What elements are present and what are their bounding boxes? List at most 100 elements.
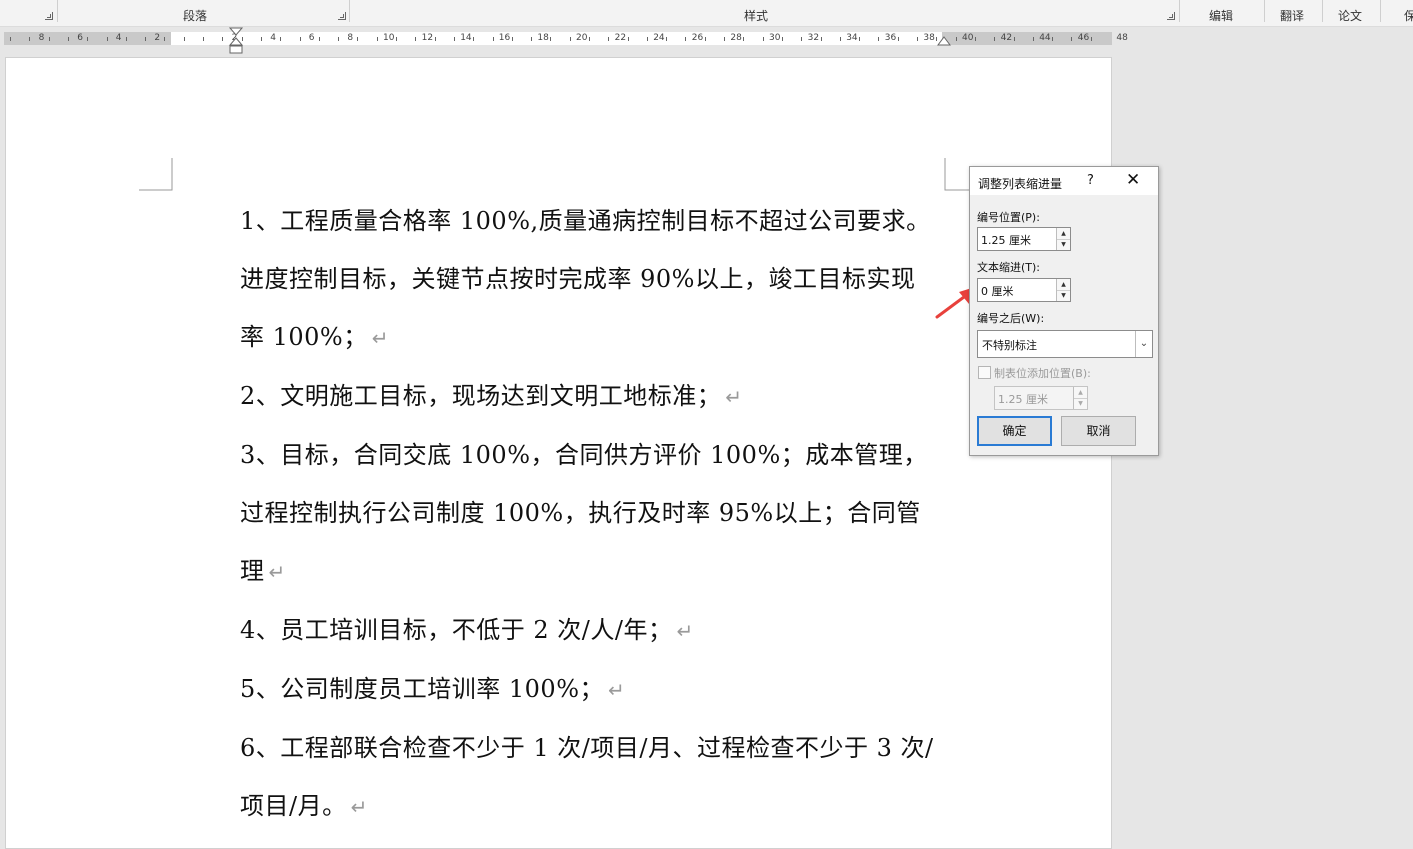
line-text: 2、文明施工目标，现场达到文明工地标准；	[240, 382, 722, 410]
spin-down-icon[interactable]: ▼	[1057, 239, 1070, 250]
styles-group-launcher-icon[interactable]	[1167, 12, 1175, 20]
spin-buttons: ▲ ▼	[1056, 228, 1070, 250]
close-icon[interactable]: ✕	[1126, 171, 1140, 189]
ruler-tick	[685, 37, 686, 41]
ruler-tick	[184, 37, 185, 41]
tab-stop-checkbox[interactable]	[978, 366, 991, 379]
ruler-number: 28	[730, 33, 742, 43]
paragraph-mark-icon: ↵	[608, 678, 626, 702]
ruler-tick	[743, 37, 744, 41]
document-line[interactable]: 4、员工培训目标，不低于 2 次/人/年； ↵	[240, 601, 960, 660]
ruler-tick	[1071, 37, 1072, 41]
ruler-tick	[203, 37, 204, 41]
ruler-tick	[956, 37, 957, 41]
indent-marker-icon[interactable]	[228, 27, 244, 56]
ruler-tick	[396, 37, 397, 41]
document-line[interactable]: 过程控制执行公司制度 100%，执行及时率 95%以上；合同管	[240, 484, 960, 542]
paragraph-mark-icon: ↵	[268, 560, 286, 584]
line-text: 率 100%；	[240, 323, 368, 351]
document-line[interactable]: 理 ↵	[240, 542, 960, 601]
document-page[interactable]: 1、工程质量合格率 100%,质量通病控制目标不超过公司要求。 进度控制目标，关键…	[5, 57, 1112, 849]
number-position-stepper[interactable]: 1.25 厘米 ▲ ▼	[977, 227, 1071, 251]
right-indent-marker-icon[interactable]	[937, 36, 951, 49]
ruler-number: 36	[884, 33, 897, 43]
line-text: 过程控制执行公司制度 100%，执行及时率 95%以上；合同管	[240, 499, 921, 527]
ruler-number: 10	[383, 33, 395, 43]
ruler-number: 4	[115, 33, 122, 43]
number-position-value[interactable]: 1.25 厘米	[981, 232, 1031, 248]
ruler-tick	[898, 37, 899, 41]
paragraph-group-launcher-icon[interactable]	[338, 12, 346, 20]
ruler-tick	[435, 37, 436, 41]
ruler-tick	[107, 37, 108, 41]
ruler-tick	[49, 37, 50, 41]
ok-button[interactable]: 确定	[977, 416, 1052, 446]
follow-number-label: 编号之后(W):	[977, 312, 1045, 325]
ruler-tick	[917, 37, 918, 41]
thesis-tab[interactable]: 论文	[1338, 7, 1362, 24]
ruler-tick	[628, 37, 629, 41]
ruler-tick	[821, 37, 822, 41]
document-line[interactable]: 率 100%； ↵	[240, 308, 960, 367]
ruler-number: 14	[460, 33, 472, 43]
document-line[interactable]: 进度控制目标，关键节点按时完成率 90%以上，竣工目标实现	[240, 250, 960, 308]
font-group-launcher-icon[interactable]	[45, 12, 53, 20]
follow-number-select[interactable]: 不特别标注 ⌄	[977, 330, 1153, 358]
ruler-text-area	[171, 32, 942, 45]
chevron-down-icon[interactable]: ⌄	[1135, 331, 1152, 357]
edit-tab[interactable]: 编辑	[1209, 7, 1233, 24]
ruler-tick	[975, 37, 976, 41]
document-line[interactable]: 1、工程质量合格率 100%,质量通病控制目标不超过公司要求。	[240, 192, 960, 250]
line-text: 理	[240, 557, 265, 585]
document-line[interactable]: 5、公司制度员工培训率 100%； ↵	[240, 660, 960, 719]
document-line[interactable]: 6、工程部联合检查不少于 1 次/项目/月、过程检查不少于 3 次/	[240, 719, 960, 777]
tab-stop-value: 1.25 厘米	[998, 393, 1048, 406]
help-button[interactable]: ?	[1087, 173, 1094, 188]
ruler-tick	[763, 37, 764, 41]
ruler-number: 30	[769, 33, 781, 43]
ruler-tick	[1033, 37, 1034, 41]
line-text: 项目/月。	[240, 792, 347, 820]
document-body[interactable]: 1、工程质量合格率 100%,质量通病控制目标不超过公司要求。 进度控制目标，关键…	[240, 192, 960, 836]
ruler-tick	[705, 37, 706, 41]
ruler-tick	[589, 37, 590, 41]
spin-down-icon: ▼	[1078, 400, 1083, 407]
ribbon: 段落 样式 编辑 翻译 论文 保	[0, 0, 1413, 27]
ribbon-separator	[1264, 0, 1265, 22]
ruler-tick	[338, 37, 339, 41]
ruler-number: 24	[653, 33, 665, 43]
document-line[interactable]: 项目/月。 ↵	[240, 777, 960, 836]
ruler-number: 6	[77, 33, 83, 43]
ruler-number: 46	[1077, 33, 1090, 43]
dialog-titlebar[interactable]: 调整列表缩进量 ? ✕	[970, 167, 1158, 195]
document-line[interactable]: 3、目标，合同交底 100%，合同供方评价 100%；成本管理，	[240, 426, 960, 484]
ruler-number: 34	[846, 33, 858, 43]
adjust-list-indent-dialog: 调整列表缩进量 ? ✕ 编号位置(P): 1.25 厘米 ▲ ▼ 文本缩进(T)…	[969, 166, 1159, 456]
text-indent-value[interactable]: 0 厘米	[981, 283, 1014, 299]
ribbon-separator	[349, 0, 350, 22]
save-tab[interactable]: 保	[1404, 7, 1413, 24]
ruler-tick	[261, 37, 262, 41]
ruler-tick	[1091, 37, 1092, 41]
ruler-tick	[164, 37, 165, 41]
ruler-number: 26	[691, 33, 704, 43]
cancel-button[interactable]: 取消	[1061, 416, 1136, 446]
ruler-tick	[454, 37, 455, 41]
spin-down-icon[interactable]: ▼	[1057, 290, 1070, 301]
document-line[interactable]: 2、文明施工目标，现场达到文明工地标准； ↵	[240, 367, 960, 426]
spin-buttons: ▲ ▼	[1073, 387, 1087, 409]
ruler-tick	[377, 37, 378, 41]
text-indent-stepper[interactable]: 0 厘米 ▲ ▼	[977, 278, 1071, 302]
ruler-number: 42	[1000, 33, 1013, 43]
ruler-number: 18	[537, 33, 549, 43]
line-text: 5、公司制度员工培训率 100%；	[240, 675, 605, 703]
ruler-tick	[724, 37, 725, 41]
ruler-number: 8	[38, 33, 45, 43]
ruler-tick	[222, 37, 223, 41]
ruler-tick	[782, 37, 783, 41]
translate-tab[interactable]: 翻译	[1280, 7, 1304, 24]
horizontal-ruler[interactable]: 8 6 4 2 2 4 6 8 10 12 14 16 18 20 22 24 26 28 30 32 34 36 38 40…	[0, 27, 1413, 54]
paragraph-mark-icon: ↵	[371, 326, 390, 350]
ruler-tick	[840, 37, 841, 41]
ruler-tick	[647, 37, 648, 41]
